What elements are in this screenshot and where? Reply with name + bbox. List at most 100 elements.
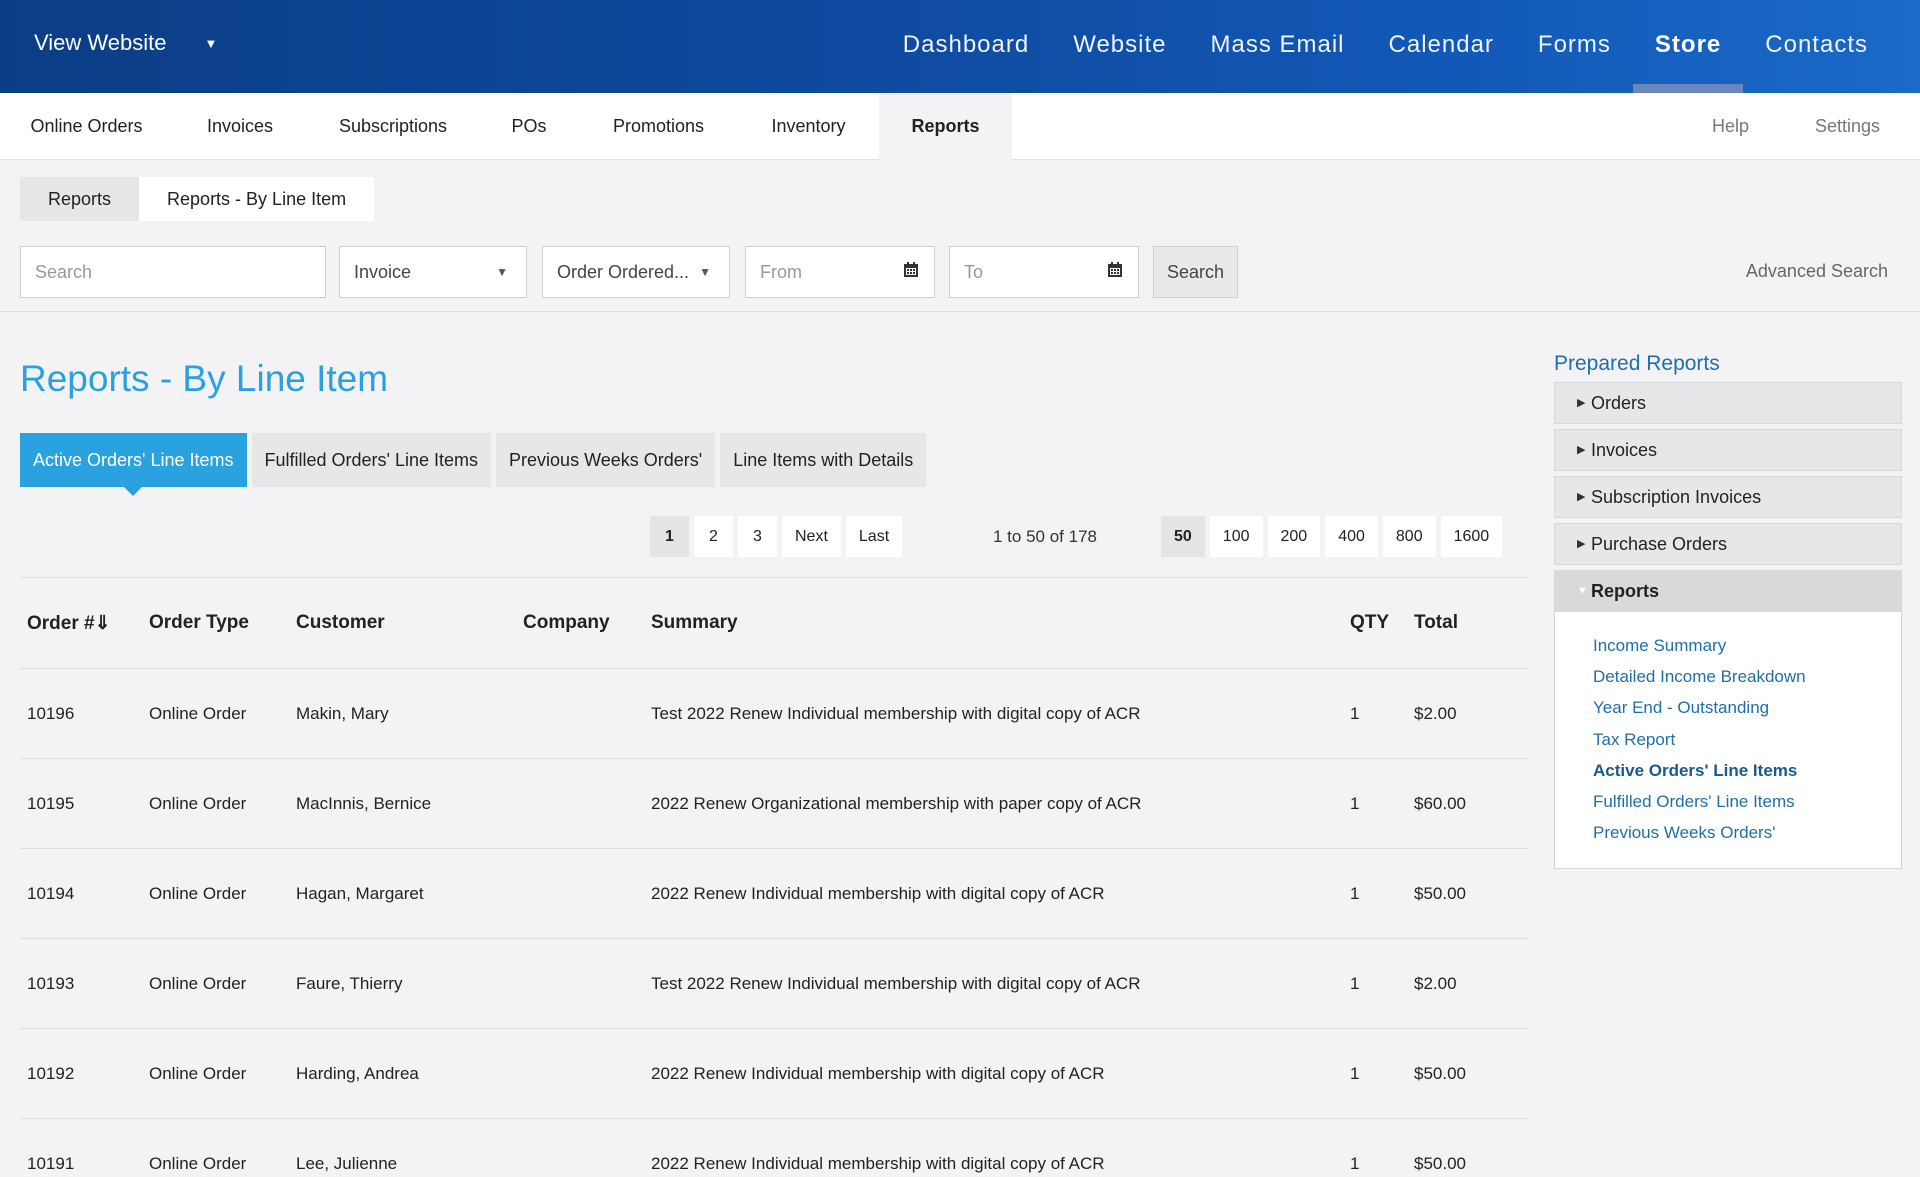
sidebar-section-subscription-invoices[interactable]: ▶ Subscription Invoices [1554, 476, 1902, 518]
page-size-200[interactable]: 200 [1267, 516, 1321, 557]
result-range: 1 to 50 of 178 [993, 527, 1097, 546]
cell-total: $60.00 [1414, 794, 1466, 813]
table-row[interactable]: 10196 Online Order Makin, Mary Test 2022… [20, 669, 1528, 759]
cell-summary: Test 2022 Renew Individual membership wi… [651, 974, 1141, 993]
nav-calendar[interactable]: Calendar [1367, 0, 1516, 93]
breadcrumb-reports[interactable]: Reports [20, 177, 140, 221]
table-row[interactable]: 10193 Online Order Faure, Thierry Test 2… [20, 939, 1528, 1029]
link-income-summary[interactable]: Income Summary [1593, 630, 1901, 661]
chevron-down-icon: ▼ [496, 265, 508, 279]
tab-previous-weeks-orders[interactable]: Previous Weeks Orders' [496, 433, 716, 487]
calendar-icon[interactable] [1106, 261, 1124, 279]
link-year-end-outstanding[interactable]: Year End - Outstanding [1593, 692, 1901, 723]
nav-contacts[interactable]: Contacts [1743, 0, 1890, 93]
view-website-dropdown[interactable]: View Website ▼ [34, 30, 217, 56]
page-3-button[interactable]: 3 [738, 516, 777, 557]
caret-right-icon: ▶ [1577, 538, 1586, 550]
cell-order-number: 10196 [27, 704, 75, 723]
cell-customer: Lee, Julienne [296, 1154, 398, 1173]
link-fulfilled-orders-line-items[interactable]: Fulfilled Orders' Line Items [1593, 786, 1901, 817]
to-date-field[interactable]: To [949, 246, 1139, 298]
cell-order-number: 10193 [27, 974, 75, 993]
nav-mass-email[interactable]: Mass Email [1188, 0, 1366, 93]
cell-order-type: Online Order [149, 704, 247, 723]
tab-line-items-with-details[interactable]: Line Items with Details [720, 433, 927, 487]
link-previous-weeks-orders[interactable]: Previous Weeks Orders' [1593, 817, 1901, 848]
section-label: Subscription Invoices [1591, 487, 1762, 507]
table-row[interactable]: 10194 Online Order Hagan, Margaret 2022 … [20, 849, 1528, 939]
cell-summary: 2022 Renew Individual membership with di… [651, 1064, 1105, 1083]
search-button[interactable]: Search [1153, 246, 1238, 298]
subnav-help[interactable]: Help [1693, 93, 1768, 160]
col-summary[interactable]: Summary [651, 612, 738, 634]
sidebar-section-orders[interactable]: ▶ Orders [1554, 382, 1902, 424]
last-page-button[interactable]: Last [845, 516, 903, 557]
cell-customer: Hagan, Margaret [296, 884, 424, 903]
pagination: 1 2 3 Next Last [650, 516, 903, 557]
tab-active-orders-line-items[interactable]: Active Orders' Line Items [20, 433, 247, 496]
nav-store[interactable]: Store [1632, 0, 1744, 93]
link-detailed-income-breakdown[interactable]: Detailed Income Breakdown [1593, 661, 1901, 692]
cell-order-type: Online Order [149, 884, 247, 903]
col-order-type[interactable]: Order Type [149, 612, 249, 634]
from-date-placeholder: From [760, 262, 802, 282]
col-company[interactable]: Company [523, 612, 610, 634]
from-date-field[interactable]: From [745, 246, 935, 298]
subnav-reports[interactable]: Reports [879, 93, 1012, 160]
cell-summary: 2022 Renew Organizational membership wit… [651, 794, 1142, 813]
cell-summary: 2022 Renew Individual membership with di… [651, 884, 1105, 903]
subnav-invoices[interactable]: Invoices [173, 93, 307, 160]
table-row[interactable]: 10191 Online Order Lee, Julienne 2022 Re… [20, 1119, 1528, 1177]
cell-customer: Faure, Thierry [296, 974, 403, 993]
advanced-search-link[interactable]: Advanced Search [1746, 261, 1888, 282]
col-qty[interactable]: QTY [1350, 612, 1389, 634]
link-active-orders-line-items[interactable]: Active Orders' Line Items [1593, 755, 1901, 786]
page-size-400[interactable]: 400 [1325, 516, 1378, 557]
cell-qty: 1 [1350, 794, 1360, 813]
cell-total: $50.00 [1414, 884, 1466, 903]
nav-forms[interactable]: Forms [1516, 0, 1633, 93]
link-tax-report[interactable]: Tax Report [1593, 724, 1901, 755]
sidebar-section-reports[interactable]: ▼ Reports [1554, 570, 1902, 612]
calendar-icon[interactable] [902, 261, 920, 279]
page-size-50[interactable]: 50 [1161, 516, 1205, 557]
section-label: Purchase Orders [1591, 534, 1728, 554]
page-1-button[interactable]: 1 [650, 516, 689, 557]
order-date-select[interactable]: Order Ordered... ▼ [542, 246, 730, 298]
section-label: Orders [1591, 393, 1647, 413]
cell-customer: Makin, Mary [296, 704, 389, 723]
col-total[interactable]: Total [1414, 612, 1458, 634]
tab-fulfilled-orders-line-items[interactable]: Fulfilled Orders' Line Items [251, 433, 492, 487]
subnav-subscriptions[interactable]: Subscriptions [307, 93, 479, 160]
page-size-800[interactable]: 800 [1382, 516, 1436, 557]
cell-customer: Harding, Andrea [296, 1064, 419, 1083]
page-size-100[interactable]: 100 [1209, 516, 1263, 557]
search-input[interactable]: Search [20, 246, 326, 298]
page-title: Reports - By Line Item [20, 358, 389, 399]
subnav-pos[interactable]: POs [479, 93, 579, 160]
type-select[interactable]: Invoice ▼ [339, 246, 527, 298]
nav-website[interactable]: Website [1051, 0, 1188, 93]
subnav-promotions[interactable]: Promotions [579, 93, 738, 160]
cell-qty: 1 [1350, 1154, 1360, 1173]
nav-dashboard[interactable]: Dashboard [881, 0, 1051, 93]
page-size-1600[interactable]: 1600 [1440, 516, 1503, 557]
table-row[interactable]: 10195 Online Order MacInnis, Bernice 202… [20, 759, 1528, 849]
chevron-down-icon: ▼ [204, 35, 218, 51]
cell-qty: 1 [1350, 1064, 1360, 1083]
page-2-button[interactable]: 2 [694, 516, 733, 557]
sidebar-section-invoices[interactable]: ▶ Invoices [1554, 429, 1902, 471]
sidebar-section-purchase-orders[interactable]: ▶ Purchase Orders [1554, 523, 1902, 565]
col-order-number[interactable]: Order #⇓ [27, 612, 111, 635]
report-tabs: Active Orders' Line Items Fulfilled Orde… [20, 433, 927, 496]
cell-order-type: Online Order [149, 1064, 247, 1083]
next-page-button[interactable]: Next [782, 516, 841, 557]
col-customer[interactable]: Customer [296, 612, 385, 634]
breadcrumb: Reports Reports - By Line Item [20, 177, 375, 221]
table-row[interactable]: 10192 Online Order Harding, Andrea 2022 … [20, 1029, 1528, 1119]
cell-qty: 1 [1350, 884, 1360, 903]
top-navigation-bar: View Website ▼ Dashboard Website Mass Em… [0, 0, 1920, 93]
subnav-online-orders[interactable]: Online Orders [0, 93, 173, 160]
subnav-inventory[interactable]: Inventory [738, 93, 879, 160]
subnav-settings[interactable]: Settings [1800, 93, 1895, 160]
